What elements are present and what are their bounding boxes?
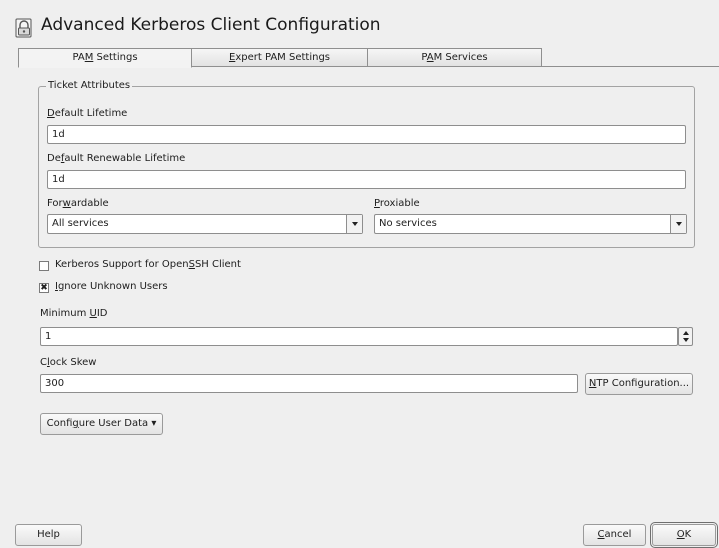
- proxiable-selected-value: No services: [379, 218, 437, 229]
- label-text: gnore Unknown Users: [57, 281, 168, 292]
- tab-expert-pam-settings[interactable]: Expert PAM Settings: [191, 48, 368, 67]
- default-lifetime-input[interactable]: 1d: [47, 125, 686, 144]
- minimum-uid-stepper[interactable]: [678, 327, 693, 346]
- default-renewable-lifetime-label: Default Renewable Lifetime: [47, 153, 185, 164]
- ignore-unknown-users-label[interactable]: Ignore Unknown Users: [55, 281, 168, 292]
- button-mnemonic: O: [676, 529, 685, 540]
- button-label: Confi: [46, 418, 73, 429]
- ignore-unknown-users-checkbox[interactable]: ✖: [39, 283, 49, 293]
- forwardable-label: Forwardable: [47, 198, 109, 209]
- stepper-up-icon[interactable]: [682, 331, 689, 335]
- button-label: TP Configuration...: [596, 378, 690, 389]
- label-text: roxiable: [379, 198, 420, 209]
- ticket-attributes-legend: Ticket Attributes: [46, 80, 133, 91]
- help-button[interactable]: Help: [15, 524, 82, 546]
- kerberos-lock-icon: [14, 17, 34, 39]
- label-mnemonic: D: [47, 108, 55, 119]
- forwardable-selected-value: All services: [52, 218, 109, 229]
- ntp-configuration-button[interactable]: NTP Configuration...: [585, 373, 693, 395]
- clock-skew-label: Clock Skew: [40, 357, 96, 368]
- configure-user-data-menu-button[interactable]: Configure User Data ▾: [40, 413, 163, 435]
- tab-label: Settings: [93, 52, 138, 63]
- label-text: ardable: [70, 198, 109, 209]
- openssh-support-label[interactable]: Kerberos Support for OpenSSH Client: [55, 259, 241, 270]
- forwardable-select[interactable]: All services: [47, 214, 363, 234]
- label-text: ault Renewable Lifetime: [64, 153, 186, 164]
- default-renewable-lifetime-input[interactable]: 1d: [47, 170, 686, 189]
- chevron-down-icon[interactable]: [670, 215, 686, 233]
- default-lifetime-label: Default Lifetime: [47, 108, 127, 119]
- tab-label: M Services: [433, 52, 488, 63]
- proxiable-select[interactable]: No services: [374, 214, 687, 234]
- label-text: Kerberos Support for Open: [55, 259, 189, 270]
- label-text: Minimum: [40, 308, 90, 319]
- tab-pam-settings[interactable]: PAM Settings: [18, 48, 192, 68]
- label-text: SH Client: [194, 259, 241, 270]
- chevron-down-icon[interactable]: [346, 215, 362, 233]
- openssh-support-checkbox[interactable]: [39, 261, 49, 271]
- label-text: For: [47, 198, 63, 209]
- clock-skew-input[interactable]: 300: [40, 374, 578, 393]
- label-text: ID: [96, 308, 108, 319]
- proxiable-label: Proxiable: [374, 198, 420, 209]
- label-text: efault Lifetime: [54, 108, 128, 119]
- tab-mnemonic: A: [426, 52, 434, 63]
- stepper-down-icon[interactable]: [682, 338, 689, 342]
- label-text: De: [47, 153, 61, 164]
- tab-label: PA: [72, 52, 85, 63]
- button-label: ancel: [604, 529, 632, 540]
- cancel-button[interactable]: Cancel: [583, 524, 646, 546]
- button-label: K: [684, 529, 692, 540]
- minimum-uid-label: Minimum UID: [40, 308, 108, 319]
- label-text: ock Skew: [49, 357, 97, 368]
- button-mnemonic: C: [597, 529, 605, 540]
- dialog-title: Advanced Kerberos Client Configuration: [41, 15, 381, 35]
- minimum-uid-input[interactable]: 1: [40, 327, 678, 346]
- label-text: C: [40, 357, 47, 368]
- label-mnemonic: U: [89, 308, 97, 319]
- tab-pam-services[interactable]: PAM Services: [367, 48, 542, 67]
- label-mnemonic: w: [62, 198, 71, 209]
- tab-label: xpert PAM Settings: [235, 52, 330, 63]
- button-label: ure User Data: [78, 418, 149, 429]
- ok-button[interactable]: OK: [650, 522, 718, 548]
- dropdown-arrow-icon: ▾: [151, 418, 157, 429]
